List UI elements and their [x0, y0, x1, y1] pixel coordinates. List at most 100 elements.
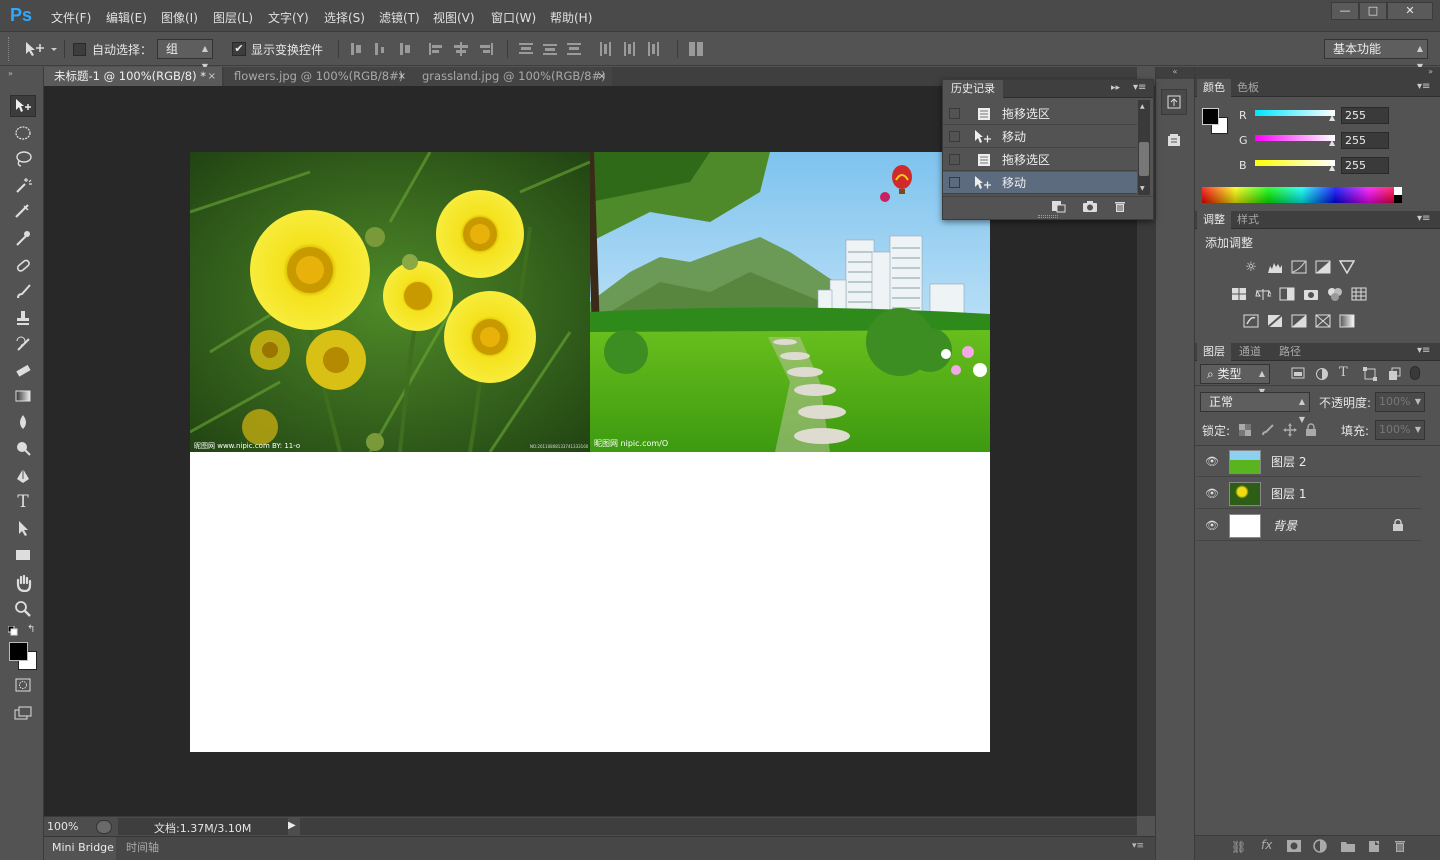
align-horizontal-icons[interactable] — [428, 41, 498, 57]
status-menu-arrow-icon[interactable]: ▶ — [288, 820, 296, 831]
invert-icon[interactable] — [1243, 313, 1259, 329]
distribute-horizontal-icons[interactable] — [598, 41, 668, 57]
tab-flowers[interactable]: flowers.jpg @ 100%(RGB/8#) × — [224, 67, 412, 86]
close-icon[interactable]: × — [398, 67, 406, 86]
layer-row[interactable]: 👁 图层 1 — [1197, 478, 1421, 509]
new-document-from-state-icon[interactable] — [1050, 199, 1066, 213]
layer-name[interactable]: 图层 2 — [1271, 453, 1306, 470]
fill-input[interactable]: 100% ▼ — [1375, 420, 1425, 440]
align-top-icon[interactable] — [350, 41, 420, 57]
tab-swatches[interactable]: 色板 — [1231, 79, 1265, 97]
zoom-tool-icon[interactable] — [10, 598, 36, 620]
auto-select-checkbox[interactable] — [73, 43, 86, 56]
eyedropper-tool-icon[interactable] — [10, 227, 36, 249]
collapse-panel-icon[interactable]: ▸▸ — [1111, 83, 1120, 93]
quick-mask-icon[interactable] — [10, 674, 36, 696]
channel-mixer-icon[interactable] — [1327, 286, 1343, 302]
lock-all-icon[interactable] — [1305, 423, 1317, 437]
screen-mode-icon[interactable] — [10, 702, 36, 724]
red-value[interactable]: 255 — [1341, 107, 1389, 124]
blend-mode-dropdown[interactable]: 正常 ▲ ▼ — [1200, 392, 1310, 424]
foreground-color-swatch[interactable] — [9, 642, 28, 661]
menu-view[interactable]: 视图(V) — [433, 9, 475, 26]
blur-tool-icon[interactable] — [10, 411, 36, 433]
marquee-tool-icon[interactable] — [10, 122, 36, 144]
lock-image-icon[interactable] — [1261, 423, 1275, 437]
share-icon[interactable] — [96, 820, 112, 834]
panel-menu-icon[interactable]: ▾≡ — [1133, 82, 1146, 93]
filter-pixel-icon[interactable] — [1291, 367, 1305, 379]
filter-smart-object-icon[interactable] — [1387, 367, 1401, 381]
delete-layer-icon[interactable] — [1394, 839, 1406, 853]
tab-styles[interactable]: 样式 — [1231, 211, 1265, 229]
history-item-current[interactable]: 移动 — [943, 172, 1137, 194]
history-scrollbar[interactable]: ▲ ▼ — [1138, 100, 1150, 195]
tab-timeline[interactable]: 时间轴 — [118, 837, 159, 860]
add-mask-icon[interactable] — [1287, 840, 1301, 852]
expand-dock-icon[interactable]: « — [1156, 67, 1194, 79]
tab-mini-bridge[interactable]: Mini Bridge — [44, 837, 116, 860]
minimize-button[interactable]: — — [1331, 2, 1359, 20]
document-canvas[interactable]: 昵图网 www.nipic.com BY: 11-o NO:2011080813… — [190, 152, 990, 752]
exposure-icon[interactable] — [1315, 259, 1331, 275]
gradient-map-icon[interactable] — [1339, 313, 1355, 329]
menu-layer[interactable]: 图层(L) — [213, 9, 253, 26]
threshold-icon[interactable] — [1291, 313, 1307, 329]
scroll-thumb[interactable] — [1139, 142, 1149, 176]
foreground-color-chip[interactable] — [1202, 108, 1219, 125]
layer-name[interactable]: 背景 — [1273, 517, 1297, 534]
history-brush-tool-icon[interactable] — [10, 333, 36, 355]
swap-colors-icon[interactable]: ↰ — [27, 624, 35, 635]
hand-tool-icon[interactable] — [10, 572, 36, 594]
lasso-tool-icon[interactable] — [10, 148, 36, 170]
green-slider[interactable] — [1255, 135, 1335, 141]
blue-slider[interactable] — [1255, 160, 1335, 166]
lock-transparent-icon[interactable] — [1239, 424, 1251, 436]
color-balance-icon[interactable] — [1255, 286, 1271, 302]
resize-grip[interactable] — [1038, 215, 1058, 218]
filter-type-icon[interactable]: T — [1339, 365, 1348, 380]
menu-edit[interactable]: 编辑(E) — [106, 9, 147, 26]
zoom-level[interactable]: 100% — [47, 820, 78, 833]
close-button[interactable]: ✕ — [1387, 2, 1433, 20]
collapse-panels-icon[interactable]: » — [1195, 67, 1440, 79]
lock-position-icon[interactable] — [1283, 423, 1297, 437]
filter-toggle[interactable] — [1410, 366, 1420, 380]
snapshot-source-checkbox[interactable] — [949, 177, 960, 188]
close-icon[interactable]: × — [208, 67, 216, 86]
collapse-icon[interactable]: » — [8, 69, 13, 78]
blue-value[interactable]: 255 — [1341, 157, 1389, 174]
crop-tool-icon[interactable] — [10, 201, 36, 223]
red-slider[interactable] — [1255, 110, 1335, 116]
snapshot-source-checkbox[interactable] — [949, 154, 960, 165]
distribute-vertical-icons[interactable] — [518, 41, 588, 57]
panel-menu-icon[interactable]: ▾≡ — [1417, 81, 1430, 92]
filter-adjustment-icon[interactable] — [1315, 367, 1329, 381]
green-value[interactable]: 255 — [1341, 132, 1389, 149]
camera-icon[interactable] — [1082, 200, 1098, 212]
tab-adjustments[interactable]: 调整 — [1197, 211, 1231, 229]
layer-filter-dropdown[interactable]: ⌕ 类型▲▼ — [1200, 364, 1270, 396]
pen-tool-icon[interactable] — [10, 465, 36, 487]
horizontal-scrollbar[interactable] — [300, 818, 1137, 835]
slider-thumb[interactable]: ▲ — [1329, 138, 1335, 147]
menu-window[interactable]: 窗口(W) — [491, 9, 536, 26]
layer-name[interactable]: 图层 1 — [1271, 485, 1306, 502]
maximize-button[interactable]: □ — [1359, 2, 1387, 20]
panel-menu-icon[interactable]: ▾≡ — [1417, 213, 1430, 224]
show-transform-checkbox[interactable]: ✔ — [232, 42, 246, 56]
new-adjustment-layer-icon[interactable] — [1313, 839, 1327, 853]
menu-type[interactable]: 文字(Y) — [268, 9, 309, 26]
menu-image[interactable]: 图像(I) — [161, 9, 198, 26]
tab-history[interactable]: 历史记录 — [943, 80, 1003, 99]
rectangle-tool-icon[interactable] — [10, 544, 36, 566]
posterize-icon[interactable] — [1267, 313, 1283, 329]
tab-paths[interactable]: 路径 — [1273, 343, 1307, 361]
curves-icon[interactable] — [1291, 259, 1307, 275]
menu-select[interactable]: 选择(S) — [324, 9, 365, 26]
layer-row[interactable]: 👁 图层 2 — [1197, 446, 1421, 477]
opacity-input[interactable]: 100% ▼ — [1375, 392, 1425, 412]
gradient-tool-icon[interactable] — [10, 385, 36, 407]
move-tool-icon[interactable] — [10, 95, 36, 117]
visibility-eye-icon[interactable]: 👁 — [1205, 519, 1219, 532]
